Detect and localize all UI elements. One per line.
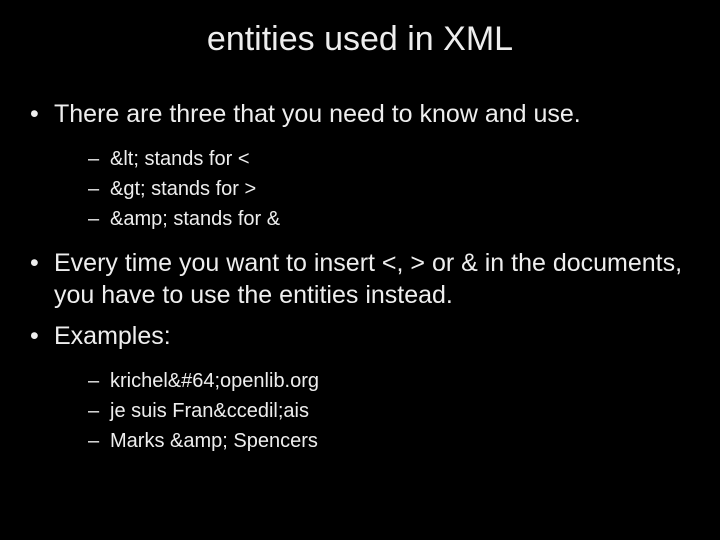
sub-bullet-text: &gt; stands for > xyxy=(110,178,256,200)
slide-title: entities used in XML xyxy=(0,20,720,59)
sub-bullet-list: &lt; stands for < &gt; stands for > &amp… xyxy=(54,144,720,234)
sub-bullet-item: &lt; stands for < xyxy=(88,144,720,174)
sub-bullet-item: &gt; stands for > xyxy=(88,174,720,204)
bullet-text: Every time you want to insert <, > or & … xyxy=(54,249,682,308)
sub-bullet-text: krichel&#64;openlib.org xyxy=(110,370,319,392)
sub-bullet-item: je suis Fran&ccedil;ais xyxy=(88,396,720,426)
bullet-text: Examples: xyxy=(54,322,171,350)
sub-bullet-text: &lt; stands for < xyxy=(110,148,250,170)
bullet-list: There are three that you need to know an… xyxy=(0,99,720,456)
sub-bullet-item: Marks &amp; Spencers xyxy=(88,426,720,456)
bullet-item: Examples: krichel&#64;openlib.org je sui… xyxy=(30,321,720,456)
sub-bullet-text: je suis Fran&ccedil;ais xyxy=(110,400,309,422)
sub-bullet-text: Marks &amp; Spencers xyxy=(110,430,318,452)
sub-bullet-text: &amp; stands for & xyxy=(110,208,280,230)
sub-bullet-item: krichel&#64;openlib.org xyxy=(88,366,720,396)
bullet-item: There are three that you need to know an… xyxy=(30,99,720,234)
bullet-text: There are three that you need to know an… xyxy=(54,100,581,128)
slide: entities used in XML There are three tha… xyxy=(0,0,720,540)
bullet-item: Every time you want to insert <, > or & … xyxy=(30,248,720,311)
sub-bullet-item: &amp; stands for & xyxy=(88,204,720,234)
sub-bullet-list: krichel&#64;openlib.org je suis Fran&cce… xyxy=(54,366,720,456)
